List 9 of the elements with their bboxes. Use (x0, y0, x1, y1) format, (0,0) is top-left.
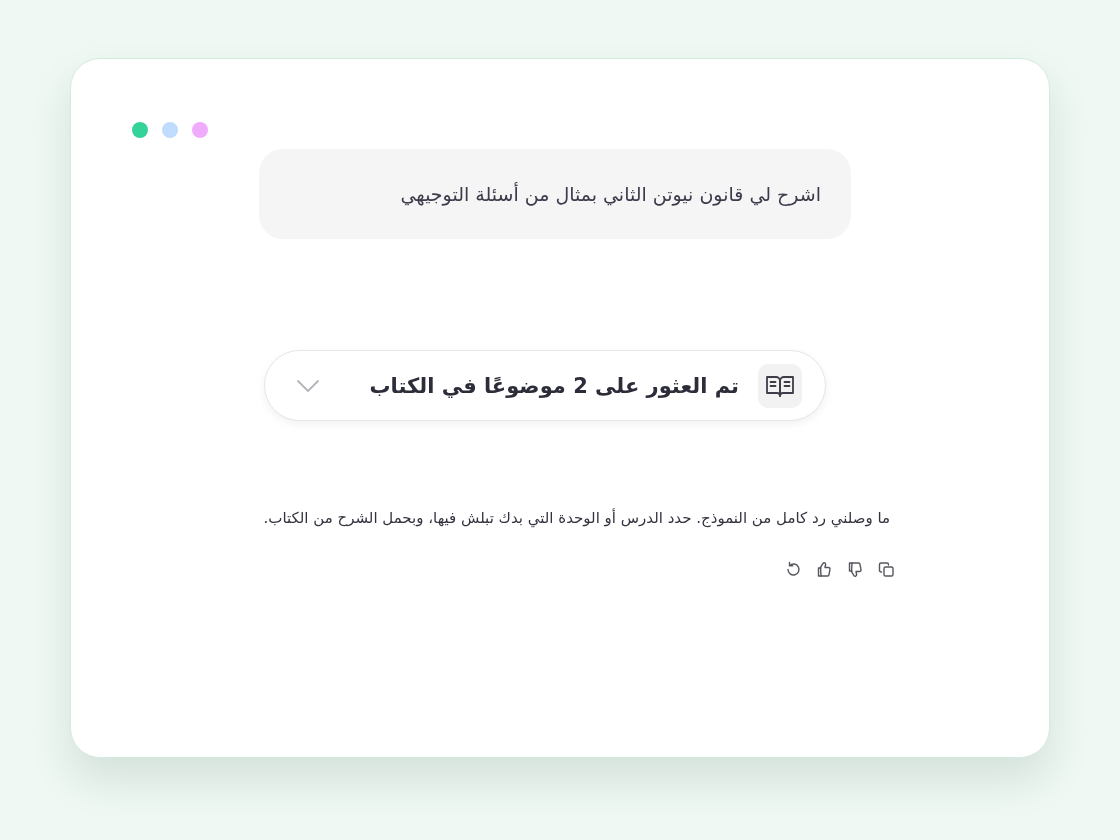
sources-label: تم العثور على 2 موضوعًا في الكتاب (369, 373, 739, 398)
user-message-bubble: اشرح لي قانون نيوتن الثاني بمثال من أسئلة التوجيهي (259, 149, 851, 239)
sources-dropdown[interactable]: تم العثور على 2 موضوعًا في الكتاب (264, 350, 826, 421)
thumbs-up-icon[interactable] (816, 561, 833, 578)
reply-text: ما وصلني رد كامل من النموذج. حدد الدرس أو الوحدة التي بدك تبلش فيها، وبحمل الشرح من الكتاب. (262, 507, 891, 529)
book-icon (757, 362, 803, 409)
thumbs-down-icon[interactable] (847, 561, 864, 578)
refresh-icon[interactable] (785, 561, 802, 578)
copy-icon[interactable] (878, 561, 895, 578)
